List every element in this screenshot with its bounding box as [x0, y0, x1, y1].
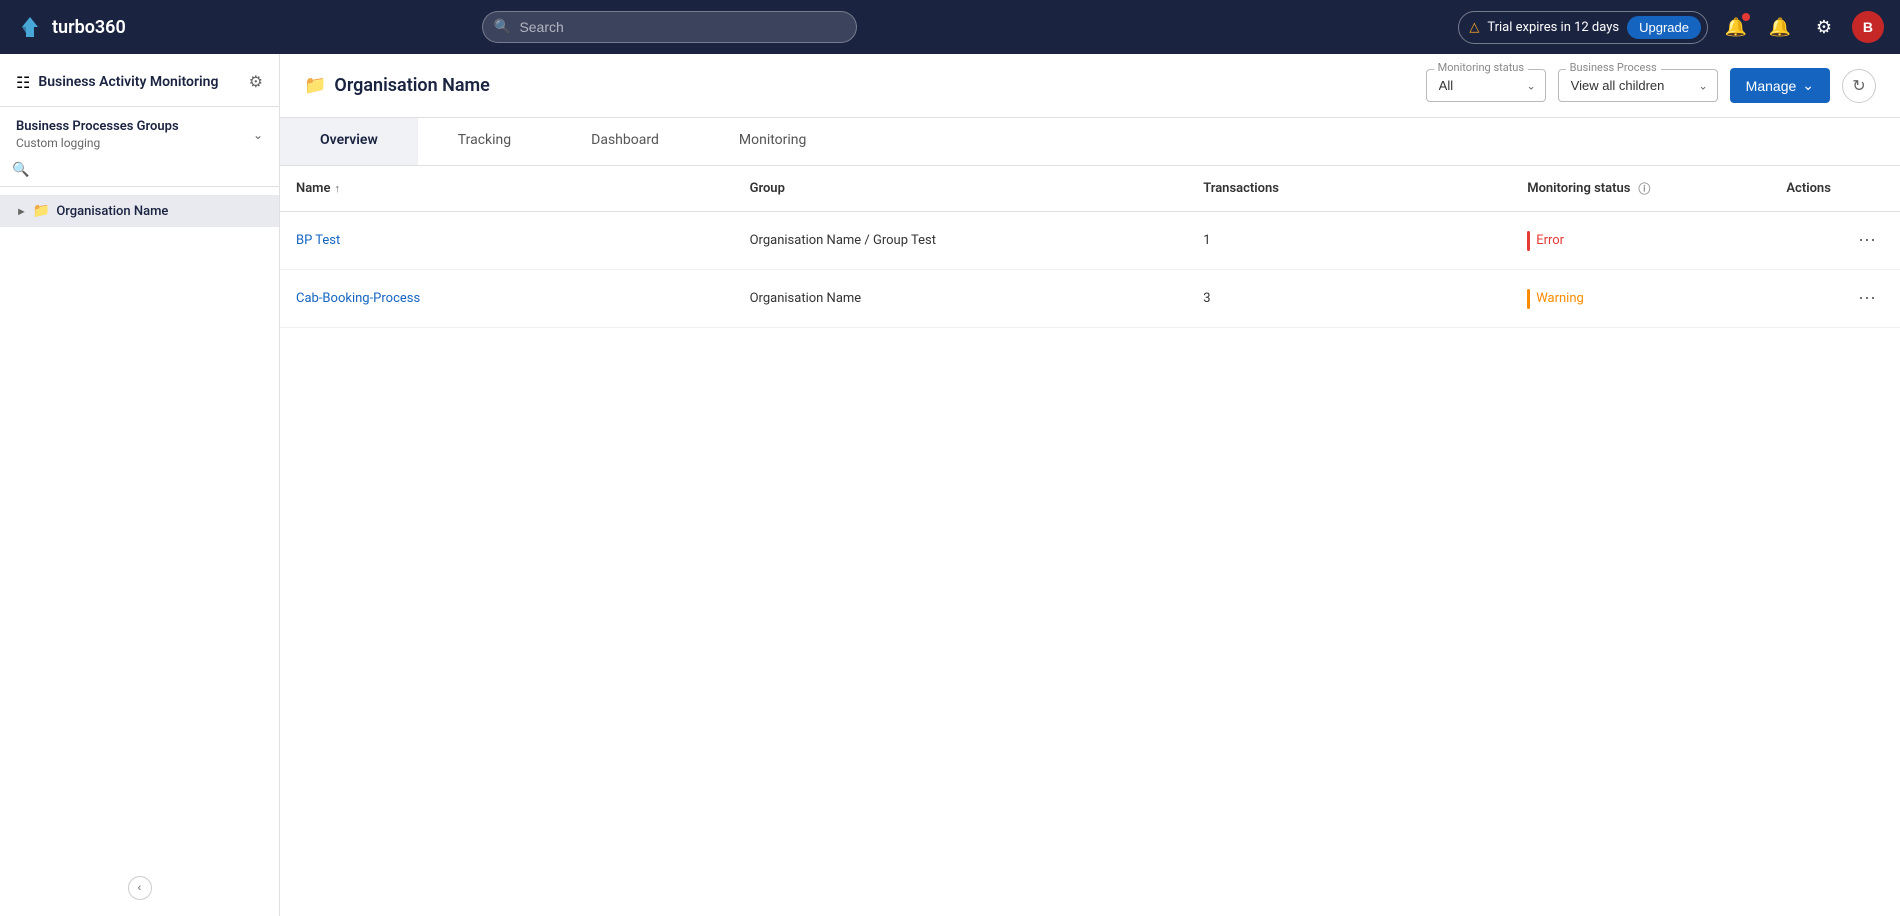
search-bar: 🔍	[482, 11, 857, 43]
monitoring-status-select-wrapper: Monitoring status All Error Warning OK ⌄	[1426, 69, 1546, 102]
settings-button[interactable]: ⚙	[1808, 11, 1840, 43]
page-title: Organisation Name	[334, 75, 489, 96]
nav-right: △ Trial expires in 12 days Upgrade 🔔 🔔 ⚙…	[1458, 11, 1884, 44]
sidebar-tree: ► 📁 Organisation Name	[0, 187, 279, 916]
row-actions-button[interactable]: ⋯	[1850, 284, 1884, 313]
search-icon: 🔍	[493, 19, 510, 35]
bp-name-link[interactable]: Cab-Booking-Process	[296, 291, 420, 306]
folder-icon: 📁	[33, 203, 50, 219]
trial-banner: △ Trial expires in 12 days Upgrade	[1458, 11, 1708, 44]
tree-chevron-icon: ►	[16, 205, 27, 218]
table-header: Name ↑ Group Transactions Monitoring sta…	[280, 166, 1900, 212]
trial-text: Trial expires in 12 days	[1487, 20, 1619, 35]
sidebar-section-subtitle: Custom logging	[16, 136, 179, 150]
notifications-bell-button[interactable]: 🔔	[1720, 11, 1752, 43]
th-transactions: Transactions	[1187, 166, 1511, 212]
monitoring-status-column-label: Monitoring status	[1527, 181, 1630, 196]
refresh-icon: ↻	[1852, 76, 1865, 96]
content-header: 📁 Organisation Name Monitoring status Al…	[280, 54, 1900, 118]
sidebar-header: ☷ Business Activity Monitoring ⚙	[0, 54, 279, 107]
main-layout: ☷ Business Activity Monitoring ⚙ Busines…	[0, 54, 1900, 916]
td-transactions: 1	[1187, 212, 1511, 270]
chevron-left-icon: ‹	[138, 882, 142, 894]
alert-icon: 🔔	[1769, 17, 1791, 38]
td-name: BP Test	[280, 212, 734, 270]
td-monitoring-status: Warning	[1511, 270, 1770, 328]
sidebar-settings-button[interactable]: ⚙	[249, 72, 263, 92]
data-table: Name ↑ Group Transactions Monitoring sta…	[280, 166, 1900, 328]
name-column-label: Name	[296, 181, 330, 196]
td-group: Organisation Name	[734, 270, 1188, 328]
manage-label: Manage	[1746, 78, 1797, 94]
sidebar-search-icon: 🔍	[12, 162, 29, 178]
business-process-label: Business Process	[1566, 61, 1661, 74]
content-area: 📁 Organisation Name Monitoring status Al…	[280, 54, 1900, 916]
sidebar-title-area: ☷ Business Activity Monitoring	[16, 73, 218, 92]
status-cell: Error	[1527, 231, 1754, 251]
activity-monitor-icon: ☷	[16, 73, 30, 92]
sidebar-search-input[interactable]	[37, 163, 267, 178]
turbo360-logo	[16, 13, 44, 41]
row-actions-button[interactable]: ⋯	[1850, 226, 1884, 255]
page-folder-icon: 📁	[304, 75, 326, 96]
td-name: Cab-Booking-Process	[280, 270, 734, 328]
user-avatar-button[interactable]: B	[1852, 11, 1884, 43]
tabs-bar: Overview Tracking Dashboard Monitoring	[280, 118, 1900, 166]
sidebar-section-text: Business Processes Groups Custom logging	[16, 119, 179, 150]
sidebar-search-area: 🔍	[0, 154, 279, 187]
th-group: Group	[734, 166, 1188, 212]
th-actions: Actions	[1770, 166, 1900, 212]
sidebar-title: Business Activity Monitoring	[38, 74, 218, 90]
td-actions: ⋯	[1770, 212, 1900, 270]
table-body: BP Test Organisation Name / Group Test 1…	[280, 212, 1900, 328]
sidebar-item-organisation[interactable]: ► 📁 Organisation Name	[0, 195, 279, 227]
sidebar-section: Business Processes Groups Custom logging…	[0, 107, 279, 154]
header-controls: Monitoring status All Error Warning OK ⌄…	[1426, 68, 1876, 103]
td-transactions: 3	[1187, 270, 1511, 328]
status-bar-warning	[1527, 289, 1530, 309]
sidebar-collapse-button[interactable]: ‹	[128, 876, 152, 900]
chevron-down-icon: ⌄	[253, 128, 263, 142]
table-row: BP Test Organisation Name / Group Test 1…	[280, 212, 1900, 270]
app-name: turbo360	[52, 17, 126, 38]
tab-tracking[interactable]: Tracking	[418, 118, 551, 165]
business-process-select-wrapper: Business Process View all children Curre…	[1558, 69, 1718, 102]
alerts-button[interactable]: 🔔	[1764, 11, 1796, 43]
td-actions: ⋯	[1770, 270, 1900, 328]
sidebar-section-title: Business Processes Groups	[16, 119, 179, 134]
manage-chevron-icon: ⌄	[1802, 77, 1814, 94]
manage-button[interactable]: Manage ⌄	[1730, 68, 1830, 103]
sidebar: ☷ Business Activity Monitoring ⚙ Busines…	[0, 54, 280, 916]
td-monitoring-status: Error	[1511, 212, 1770, 270]
warning-triangle-icon: △	[1469, 20, 1479, 35]
status-link[interactable]: Error	[1536, 233, 1564, 248]
sort-ascending-icon[interactable]: ↑	[334, 182, 340, 195]
status-bar-error	[1527, 231, 1530, 251]
th-monitoring-status: Monitoring status ⓘ	[1511, 166, 1770, 212]
gear-icon: ⚙	[1816, 17, 1832, 38]
sidebar-section-header[interactable]: Business Processes Groups Custom logging…	[16, 119, 263, 150]
table-container: Name ↑ Group Transactions Monitoring sta…	[280, 166, 1900, 916]
notification-badge	[1742, 13, 1750, 21]
info-icon[interactable]: ⓘ	[1638, 180, 1650, 197]
logo-area: turbo360	[16, 13, 176, 41]
refresh-button[interactable]: ↻	[1842, 69, 1876, 103]
tab-monitoring[interactable]: Monitoring	[699, 118, 847, 165]
status-link[interactable]: Warning	[1536, 291, 1584, 306]
top-navigation: turbo360 🔍 △ Trial expires in 12 days Up…	[0, 0, 1900, 54]
table-row: Cab-Booking-Process Organisation Name 3 …	[280, 270, 1900, 328]
monitoring-status-label: Monitoring status	[1434, 61, 1528, 74]
bp-name-link[interactable]: BP Test	[296, 233, 340, 248]
tab-overview[interactable]: Overview	[280, 118, 418, 165]
page-title-area: 📁 Organisation Name	[304, 75, 1410, 96]
td-group: Organisation Name / Group Test	[734, 212, 1188, 270]
upgrade-button[interactable]: Upgrade	[1627, 16, 1701, 39]
status-cell: Warning	[1527, 289, 1754, 309]
tab-dashboard[interactable]: Dashboard	[551, 118, 699, 165]
search-input[interactable]	[482, 11, 857, 43]
settings-icon: ⚙	[249, 74, 263, 91]
tree-item-label: Organisation Name	[56, 204, 168, 219]
th-name: Name ↑	[280, 166, 734, 212]
